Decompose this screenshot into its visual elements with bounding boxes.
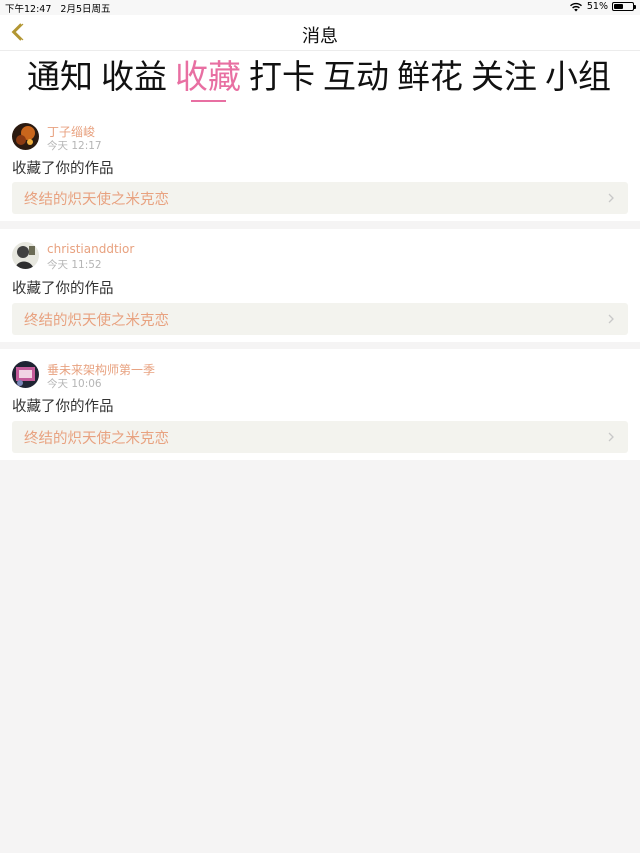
active-tab-indicator bbox=[191, 100, 226, 102]
tab-earnings[interactable]: 收益 bbox=[101, 57, 167, 97]
work-title: 终结的炽天使之米克恋 bbox=[24, 192, 169, 208]
tab-groups[interactable]: 小组 bbox=[545, 57, 611, 97]
work-title: 终结的炽天使之米克恋 bbox=[24, 431, 169, 447]
status-time: 下午12:47 bbox=[5, 4, 52, 15]
battery-level bbox=[614, 4, 623, 9]
notification-card: 丁子缁峻 今天 12:17 收藏了你的作品 终结的炽天使之米克恋 bbox=[0, 110, 640, 221]
avatar[interactable] bbox=[12, 123, 39, 150]
nav-bar: 消息 bbox=[0, 15, 640, 51]
notification-card: 垂未来架构师第一季 今天 10:06 收藏了你的作品 终结的炽天使之米克恋 bbox=[0, 349, 640, 460]
work-link[interactable]: 终结的炽天使之米克恋 bbox=[12, 303, 628, 335]
action-text: 收藏了你的作品 bbox=[12, 281, 114, 297]
work-link[interactable]: 终结的炽天使之米克恋 bbox=[12, 421, 628, 453]
tab-interaction[interactable]: 互动 bbox=[323, 57, 389, 97]
status-date: 2月5日周五 bbox=[60, 4, 111, 15]
tab-notifications[interactable]: 通知 bbox=[27, 57, 93, 97]
username[interactable]: christianddtior bbox=[47, 242, 134, 256]
tab-checkin[interactable]: 打卡 bbox=[249, 57, 315, 97]
tab-flowers[interactable]: 鲜花 bbox=[397, 57, 463, 97]
avatar[interactable] bbox=[12, 242, 39, 269]
tab-follow[interactable]: 关注 bbox=[471, 57, 537, 97]
work-link[interactable]: 终结的炽天使之米克恋 bbox=[12, 182, 628, 214]
battery-icon bbox=[612, 2, 636, 11]
chevron-right-icon bbox=[608, 193, 614, 203]
timestamp: 今天 10:06 bbox=[47, 378, 102, 390]
battery-percent: 51% bbox=[586, 1, 608, 12]
tab-strip: 通知 收益 收藏 打卡 互动 鲜花 关注 小组 bbox=[0, 51, 640, 110]
chevron-right-icon bbox=[608, 432, 614, 442]
timestamp: 今天 12:17 bbox=[47, 140, 102, 152]
status-bar: 下午12:47 2月5日周五 51% bbox=[0, 0, 640, 15]
avatar[interactable] bbox=[12, 361, 39, 388]
action-text: 收藏了你的作品 bbox=[12, 161, 114, 177]
page-title: 消息 bbox=[302, 26, 338, 47]
timestamp: 今天 11:52 bbox=[47, 259, 102, 271]
notification-card: christianddtior 今天 11:52 收藏了你的作品 终结的炽天使之… bbox=[0, 229, 640, 342]
action-text: 收藏了你的作品 bbox=[12, 399, 114, 415]
tab-favorites[interactable]: 收藏 bbox=[175, 57, 241, 97]
work-title: 终结的炽天使之米克恋 bbox=[24, 313, 169, 329]
chevron-right-icon bbox=[608, 314, 614, 324]
wifi-icon bbox=[569, 2, 582, 11]
